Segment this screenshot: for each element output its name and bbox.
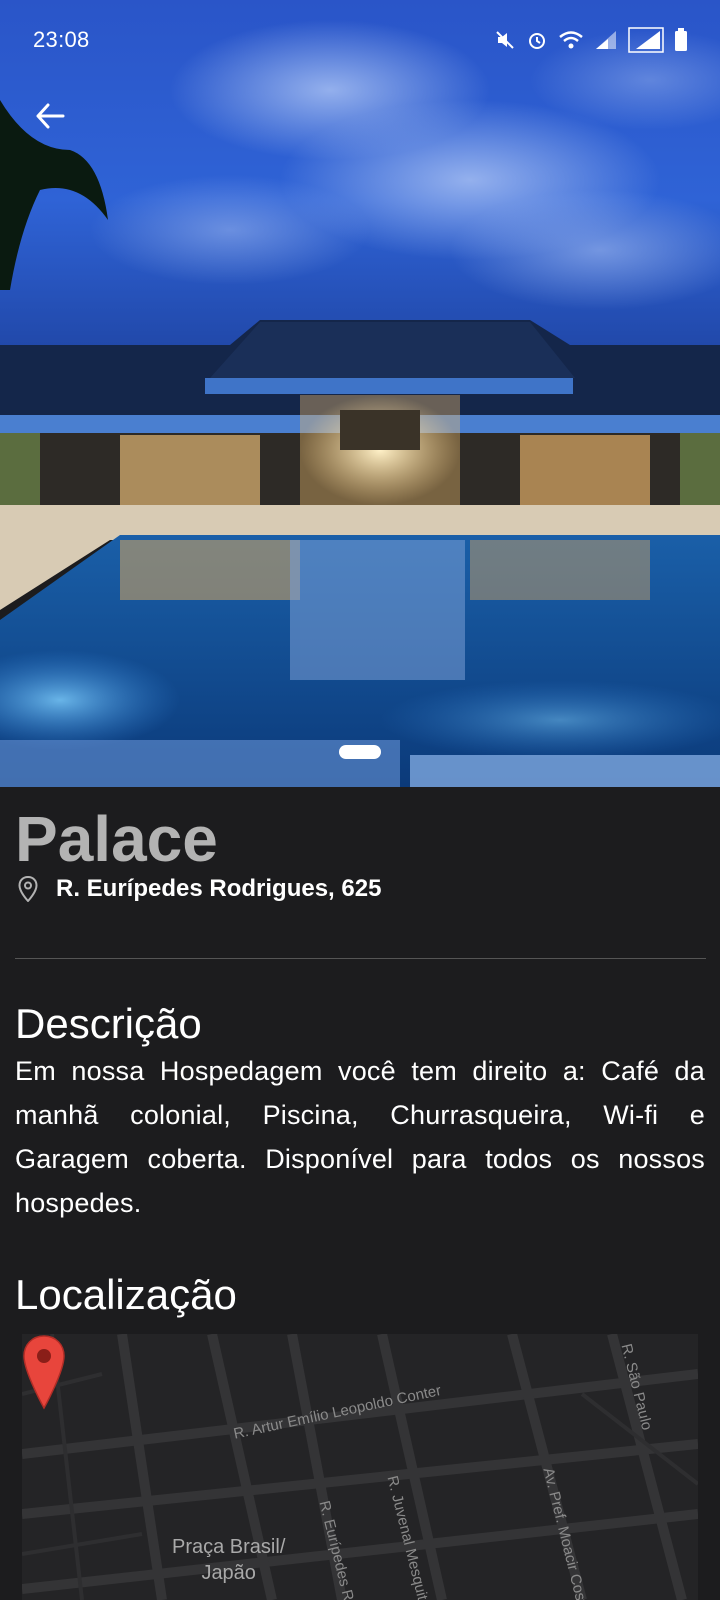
place-label-praca: Praça Brasil/ Japão (172, 1534, 285, 1586)
map-streets (22, 1334, 698, 1600)
address-row: R. Eurípedes Rodrigues, 625 (18, 875, 381, 903)
signal-icon-2 (628, 27, 664, 53)
description-title: Descrição (15, 1000, 202, 1047)
place-label-line1: Praça Brasil/ (172, 1536, 286, 1558)
alarm-icon (529, 33, 545, 49)
divider (15, 958, 706, 959)
status-bar: 23:08 (0, 0, 720, 80)
arrow-left-icon (36, 103, 65, 129)
hotel-address: R. Eurípedes Rodrigues, 625 (56, 875, 382, 902)
mute-icon (496, 31, 514, 49)
wifi-icon (559, 31, 583, 49)
location-pin-icon (18, 876, 38, 902)
location-title: Localização (15, 1271, 237, 1318)
description-text: Em nossa Hospedagem você tem direito a: … (15, 1056, 705, 1218)
carousel-page-indicator (339, 745, 381, 759)
hotel-photo (0, 0, 720, 787)
hero-image-carousel[interactable]: 23:08 (0, 0, 720, 787)
place-label-line2: Japão (201, 1562, 256, 1584)
back-button[interactable] (30, 96, 70, 136)
hotel-details: Palace R. Eurípedes Rodrigues, 625 Descr… (0, 787, 720, 1600)
battery-icon (675, 28, 687, 51)
location-map[interactable]: R. Artur Emílio Leopoldo Conter R. São P… (22, 1334, 698, 1600)
status-time: 23:08 (33, 27, 90, 52)
map-marker-icon[interactable] (22, 1334, 66, 1410)
signal-icon (596, 31, 616, 49)
status-icons (494, 27, 688, 53)
hotel-name: Palace (15, 803, 218, 875)
